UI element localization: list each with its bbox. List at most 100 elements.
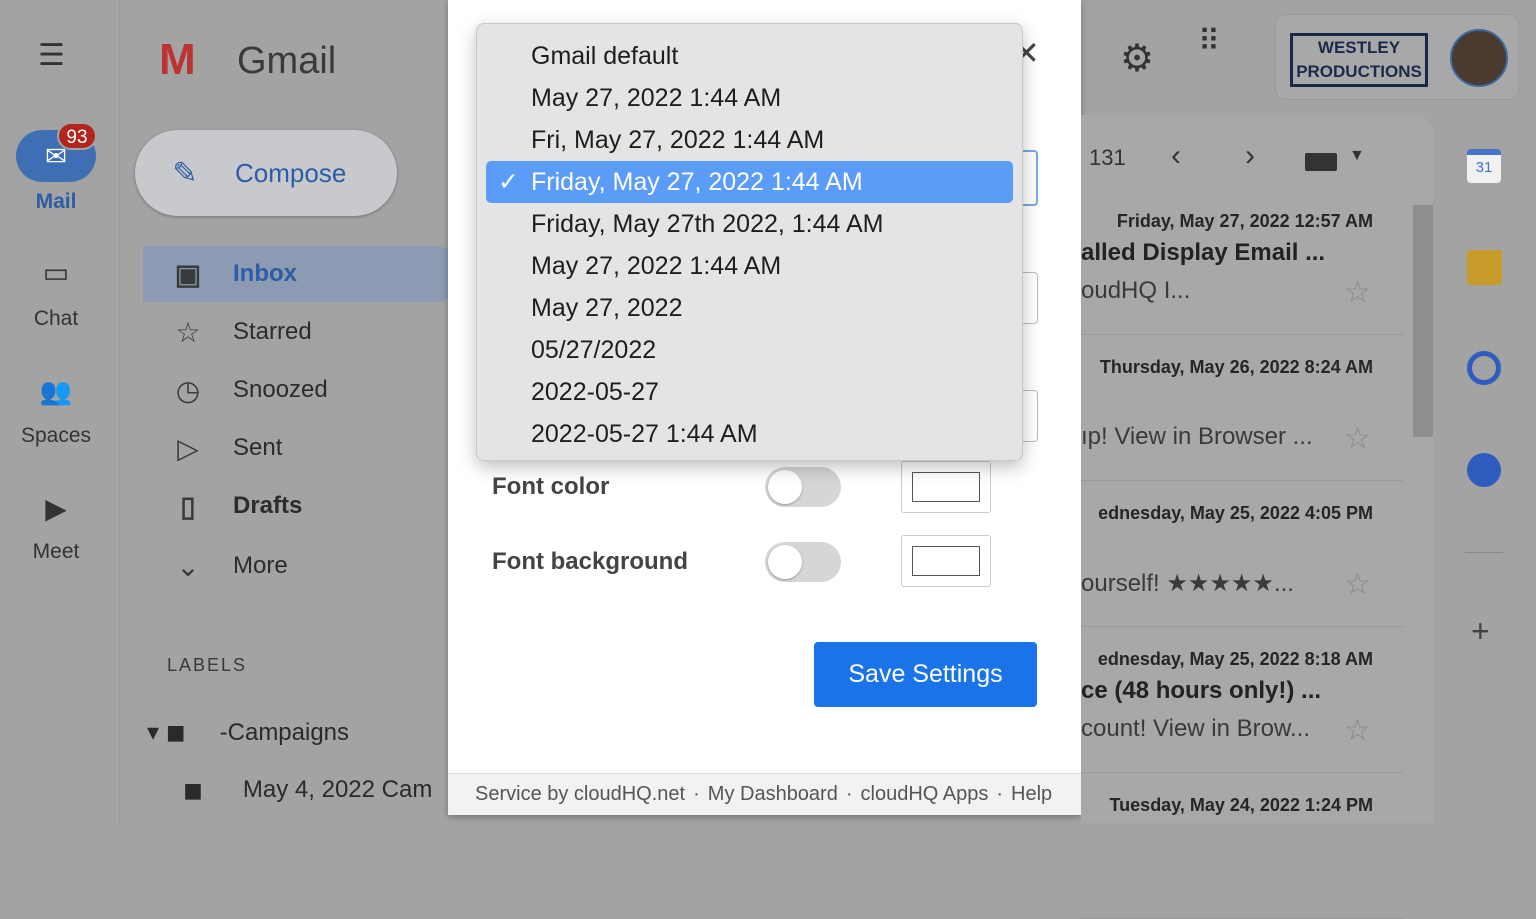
rail-chat-label[interactable]: Chat — [0, 307, 112, 331]
nav-item-starred[interactable]: ☆ Starred — [143, 304, 463, 360]
send-icon: ▷ — [177, 432, 199, 464]
keep-icon[interactable] — [1467, 250, 1502, 285]
label-campaigns[interactable]: ▾ ◼ -Campaigns — [147, 718, 349, 747]
dropdown-option[interactable]: May 27, 2022 1:44 AM — [486, 245, 1013, 287]
dropdown-option[interactable]: May 27, 2022 — [486, 287, 1013, 329]
app-rail: ☰ ✉ 93 Mail ▭ Chat 👥 Spaces ▶ Meet — [0, 0, 120, 823]
nav-panel: M Gmail ✎ Compose ▣ Inbox ☆ Starred ◷ Snooz… — [121, 0, 463, 823]
separator: · — [845, 783, 853, 805]
email-row[interactable]: ednesday, May 25, 2022 8:18 AM ce (48 hou… — [1081, 627, 1403, 773]
font-color-label: Font color — [492, 473, 610, 500]
email-snippet: oudHQ I... — [1081, 277, 1191, 304]
email-subject: ce (48 hours only!) ... — [1081, 677, 1322, 704]
star-icon[interactable]: ☆ — [1344, 713, 1371, 748]
label-tag-icon: ▾ ◼ — [147, 719, 186, 746]
brand-logo: WESTLEY PRODUCTIONS — [1290, 33, 1428, 87]
email-row[interactable]: Thursday, May 26, 2022 8:24 AM ıp! View i… — [1081, 335, 1403, 481]
rail-spaces-label[interactable]: Spaces — [0, 424, 112, 448]
nav-label: Snoozed — [233, 376, 328, 403]
font-background-swatch[interactable] — [901, 535, 991, 587]
nav-item-snoozed[interactable]: ◷ Snoozed — [143, 362, 463, 418]
star-icon[interactable]: ☆ — [1344, 421, 1371, 456]
dropdown-option[interactable]: Fri, May 27, 2022 1:44 AM — [486, 119, 1013, 161]
settings-gear-icon[interactable]: ⚙ — [1120, 36, 1154, 81]
app-name: Gmail — [237, 40, 337, 82]
date-format-dropdown[interactable]: Gmail default May 27, 2022 1:44 AM Fri, Ma… — [476, 23, 1023, 461]
calendar-icon[interactable]: 31 — [1467, 149, 1501, 183]
meet-icon[interactable]: ▶ — [0, 492, 112, 525]
label-name: May 4, 2022 Cam — [242, 776, 433, 803]
email-date: ednesday, May 25, 2022 8:18 AM — [1097, 649, 1373, 669]
star-icon: ☆ — [175, 316, 201, 348]
scrollbar[interactable] — [1413, 205, 1433, 437]
side-panel: 31 + — [1433, 115, 1536, 823]
clock-icon: ◷ — [175, 374, 201, 406]
option-label: May 27, 2022 1:44 AM — [531, 84, 782, 112]
email-row[interactable]: ednesday, May 25, 2022 4:05 PM ourself! ★… — [1081, 481, 1403, 627]
newer-button[interactable]: › — [1245, 139, 1255, 173]
star-icon[interactable]: ☆ — [1344, 567, 1371, 602]
email-date: ednesday, May 25, 2022 4:05 PM — [1098, 503, 1373, 523]
star-icon[interactable]: ☆ — [1344, 275, 1371, 310]
rail-mail-label[interactable]: Mail — [0, 190, 112, 214]
divider — [1465, 552, 1503, 553]
label-may4[interactable]: ◼ May 4, 2022 Cam — [183, 776, 448, 805]
separator: · — [996, 783, 1004, 805]
service-text[interactable]: Service by cloudHQ.net — [475, 783, 685, 806]
help-link[interactable]: Help — [1011, 783, 1052, 806]
pencil-icon: ✎ — [172, 156, 198, 190]
checkmark-icon: ✓ — [498, 168, 519, 196]
contacts-icon[interactable] — [1467, 453, 1501, 487]
email-row[interactable]: Friday, May 27, 2022 12:57 AM alled Displ… — [1081, 189, 1403, 335]
caret-down-icon[interactable]: ▼ — [1349, 147, 1365, 165]
label-name: -Campaigns — [219, 718, 350, 746]
rail-meet-label[interactable]: Meet — [0, 540, 112, 564]
email-snippet: ourself! ★★★★★... — [1081, 570, 1294, 597]
nav-label: Inbox — [233, 260, 297, 287]
dropdown-option[interactable]: Friday, May 27th 2022, 1:44 AM — [486, 203, 1013, 245]
option-label: 2022-05-27 — [531, 378, 659, 406]
add-addon-icon[interactable]: + — [1471, 613, 1490, 650]
dropdown-option[interactable]: Gmail default — [486, 35, 1013, 77]
font-background-label: Font background — [492, 548, 688, 575]
option-label: Friday, May 27th 2022, 1:44 AM — [531, 210, 884, 238]
email-row[interactable]: Tuesday, May 24, 2022 1:24 PM — [1081, 773, 1403, 919]
separator: · — [693, 783, 700, 805]
dropdown-option[interactable]: May 27, 2022 1:44 AM — [486, 77, 1013, 119]
option-label: 05/27/2022 — [531, 336, 657, 364]
gmail-logo-icon: M — [159, 35, 196, 84]
account-area[interactable]: WESTLEY PRODUCTIONS — [1275, 14, 1519, 100]
font-background-toggle[interactable] — [765, 542, 841, 582]
email-date: Thursday, May 26, 2022 8:24 AM — [1099, 357, 1373, 377]
nav-item-drafts[interactable]: ▯ Drafts — [143, 478, 463, 534]
spaces-icon[interactable]: 👥 — [0, 376, 112, 407]
nav-item-more[interactable]: ⌄ More — [143, 538, 463, 594]
older-button[interactable]: ‹ — [1171, 139, 1181, 173]
draft-icon: ▯ — [180, 490, 196, 522]
my-dashboard-link[interactable]: My Dashboard — [708, 783, 838, 806]
font-color-swatch[interactable] — [901, 461, 991, 513]
dropdown-option[interactable]: ✓ Friday, May 27, 2022 1:44 AM — [486, 161, 1013, 203]
email-snippet: count! View in Brow... — [1081, 715, 1311, 742]
email-subject: alled Display Email ... — [1081, 239, 1326, 266]
chevron-down-icon: ⌄ — [176, 550, 200, 582]
apps-grid-icon[interactable]: ⠿ — [1198, 27, 1220, 57]
compose-button[interactable]: ✎ Compose — [135, 130, 397, 216]
keyboard-icon[interactable] — [1305, 153, 1337, 171]
dropdown-option[interactable]: 2022-05-27 1:44 AM — [486, 413, 1013, 455]
dropdown-option[interactable]: 2022-05-27 — [486, 371, 1013, 413]
email-date: Friday, May 27, 2022 12:57 AM — [1116, 211, 1373, 231]
option-label: May 27, 2022 1:44 AM — [531, 252, 782, 280]
dropdown-option[interactable]: 05/27/2022 — [486, 329, 1013, 371]
font-color-toggle[interactable] — [765, 467, 841, 507]
cloudhq-apps-link[interactable]: cloudHQ Apps — [861, 783, 989, 806]
chat-icon[interactable]: ▭ — [0, 256, 112, 289]
nav-label: More — [233, 552, 288, 579]
main-menu-button[interactable]: ☰ — [38, 41, 74, 71]
avatar[interactable] — [1450, 29, 1508, 87]
save-settings-button[interactable]: Save Settings — [814, 642, 1037, 707]
tasks-icon[interactable] — [1467, 351, 1501, 385]
nav-item-inbox[interactable]: ▣ Inbox — [143, 246, 463, 302]
nav-item-sent[interactable]: ▷ Sent — [143, 420, 463, 476]
compose-label: Compose — [235, 157, 347, 188]
